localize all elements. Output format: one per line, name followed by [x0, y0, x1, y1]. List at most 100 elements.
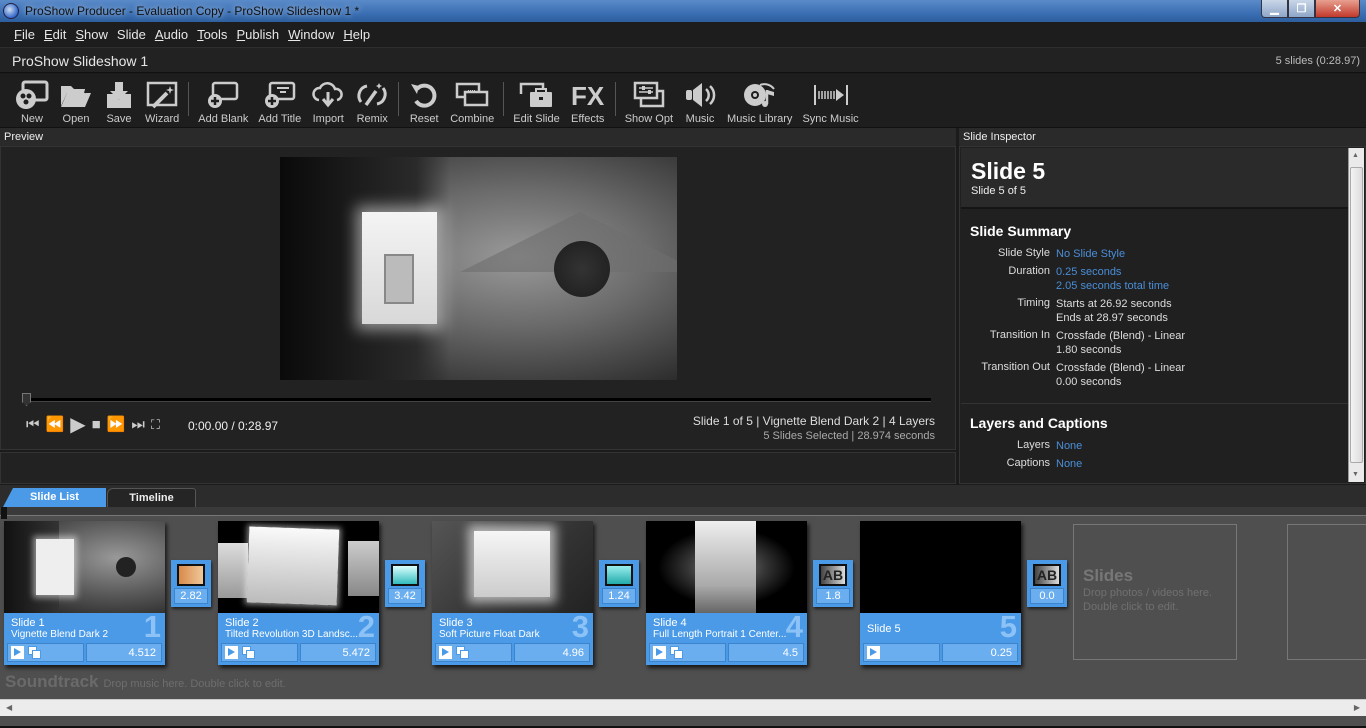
edit-slide-button[interactable]: Edit Slide	[508, 74, 564, 125]
thumb-photo	[474, 531, 550, 597]
tab-slide-list[interactable]: Slide List	[3, 488, 106, 507]
show-options-icon	[633, 81, 665, 108]
menu-label: ools	[203, 26, 228, 42]
slide-card[interactable]: Slide 4 Full Length Portrait 1 Center...…	[646, 521, 807, 665]
transition-block[interactable]: AB 0.0	[1027, 560, 1067, 607]
transition-duration[interactable]: 1.8	[816, 588, 850, 604]
new-button[interactable]: New	[10, 74, 54, 125]
transition-block[interactable]: 2.82	[171, 560, 211, 607]
play-slide-icon[interactable]	[11, 646, 24, 659]
slide-thumbnail	[432, 521, 593, 613]
layers-label: Layers	[1016, 439, 1050, 451]
slide-controls	[435, 643, 512, 662]
minimize-button[interactable]: ▁	[1261, 0, 1288, 18]
thumb-round-window	[116, 557, 136, 577]
slide-drop-zone[interactable]	[1287, 524, 1366, 660]
wizard-button[interactable]: Wizard	[140, 74, 184, 125]
menu-slide[interactable]: Slide	[117, 27, 146, 42]
sync-music-button[interactable]: Sync Music	[797, 74, 863, 125]
play-slide-icon[interactable]	[653, 646, 666, 659]
scroll-down-arrow-icon[interactable]: ▼	[1352, 471, 1359, 478]
soundtrack-lane[interactable]: Soundtrack Drop music here. Double click…	[5, 672, 286, 692]
play-slide-icon[interactable]	[867, 646, 880, 659]
playhead-marker[interactable]	[1, 507, 7, 519]
duration-total[interactable]: 2.05 seconds total time	[1056, 280, 1169, 292]
slide-style-link[interactable]: No Slide Style	[1056, 247, 1125, 261]
save-button[interactable]: Save	[98, 74, 140, 125]
transition-duration[interactable]: 0.0	[1030, 588, 1064, 604]
play-slide-icon[interactable]	[225, 646, 238, 659]
transition-duration[interactable]: 2.82	[174, 588, 208, 604]
toolbar: New Open Save Wizard Add Blank Add Title…	[0, 74, 1366, 128]
show-options-button[interactable]: Show Opt	[620, 74, 678, 125]
sync-music-icon	[813, 85, 848, 105]
transition-duration[interactable]: 1.24	[602, 588, 636, 604]
add-title-button[interactable]: Add Title	[253, 74, 306, 125]
add-blank-button[interactable]: Add Blank	[193, 74, 253, 125]
new-show-icon	[16, 80, 49, 109]
scrollbar-thumb[interactable]	[1350, 167, 1363, 463]
duration-value[interactable]: 0.25 seconds	[1056, 266, 1121, 278]
skip-to-end-icon[interactable]: ⏭	[131, 417, 145, 433]
slide-card[interactable]: Slide 3 Soft Picture Float Dark 3 4.96	[432, 521, 593, 665]
slide-info: Slide 5 5 0.25	[860, 609, 1021, 665]
fullscreen-icon[interactable]: ⛶	[151, 417, 160, 433]
menu-show[interactable]: Show	[75, 27, 108, 42]
open-button[interactable]: Open	[54, 74, 98, 125]
music-button[interactable]: Music	[678, 74, 722, 125]
effects-button[interactable]: FX Effects	[565, 74, 611, 125]
stop-icon[interactable]: ■	[92, 417, 101, 433]
slide-name: Slide 4	[653, 617, 687, 629]
slide-card[interactable]: Slide 5 5 0.25	[860, 521, 1021, 665]
menu-window[interactable]: Window	[288, 27, 334, 42]
slide-list-scrollbar[interactable]: ◀ ▶	[0, 699, 1366, 716]
menu-label: elp	[352, 26, 371, 42]
slide-duration[interactable]: 4.96	[514, 643, 590, 662]
captions-link[interactable]: None	[1056, 457, 1082, 471]
maximize-button[interactable]: ❐	[1288, 0, 1315, 18]
menu-audio[interactable]: Audio	[155, 27, 188, 42]
transition-duration[interactable]: 3.42	[388, 588, 422, 604]
menu-edit[interactable]: Edit	[44, 27, 66, 42]
slide-duration[interactable]: 4.5	[728, 643, 804, 662]
menu-help[interactable]: Help	[343, 27, 370, 42]
inspector-scrollbar[interactable]: ▲ ▼	[1348, 148, 1364, 482]
import-button[interactable]: Import	[306, 74, 350, 125]
rewind-icon[interactable]: ⏪	[46, 417, 65, 433]
transition-block[interactable]: 3.42	[385, 560, 425, 607]
slide-style: Full Length Portrait 1 Center...	[653, 629, 787, 640]
slide-card[interactable]: Slide 1 Vignette Blend Dark 2 1 4.512	[4, 521, 165, 665]
layers-link[interactable]: None	[1056, 439, 1082, 453]
play-icon[interactable]: ▶	[70, 415, 85, 435]
reset-button[interactable]: Reset	[403, 74, 445, 125]
slide-duration[interactable]: 4.512	[86, 643, 162, 662]
close-button[interactable]: ✕	[1315, 0, 1360, 18]
menu-publish[interactable]: Publish	[236, 27, 279, 42]
menu-file[interactable]: File	[14, 27, 35, 42]
remix-button[interactable]: Remix	[350, 74, 394, 125]
transition-block[interactable]: AB 1.8	[813, 560, 853, 607]
mnemonic: W	[288, 26, 301, 42]
scroll-up-arrow-icon[interactable]: ▲	[1352, 152, 1359, 159]
preview-image[interactable]	[280, 157, 677, 380]
preview-panel: ⏮ ⏪ ▶ ■ ⏩ ⏭ ⛶ 0:00.00 / 0:28.97 Slide 1 …	[0, 146, 956, 450]
preview-scrubber[interactable]	[22, 393, 931, 406]
skip-to-start-icon[interactable]: ⏮	[26, 417, 40, 433]
menu-tools[interactable]: Tools	[197, 27, 227, 42]
music-library-button[interactable]: Music Library	[722, 74, 797, 125]
tab-timeline[interactable]: Timeline	[107, 488, 196, 507]
slide-duration[interactable]: 5.472	[300, 643, 376, 662]
transition-block[interactable]: 1.24	[599, 560, 639, 607]
slide-card[interactable]: Slide 2 Tilted Revolution 3D Landsc... 2…	[218, 521, 379, 665]
add-blank-label: Add Blank	[198, 113, 249, 125]
fast-forward-icon[interactable]: ⏩	[107, 417, 126, 433]
scrubber-handle[interactable]	[22, 393, 31, 406]
play-slide-icon[interactable]	[439, 646, 452, 659]
slide-drop-zone[interactable]: Slides Drop photos / videos here. Double …	[1073, 524, 1237, 660]
combine-button[interactable]: Combine	[445, 74, 499, 125]
scroll-left-arrow-icon[interactable]: ◀	[6, 703, 12, 712]
slide-duration[interactable]: 0.25	[942, 643, 1018, 662]
transition-in-time: 1.80 seconds	[1056, 344, 1122, 356]
scroll-right-arrow-icon[interactable]: ▶	[1354, 703, 1360, 712]
duration-values[interactable]: 0.25 seconds 2.05 seconds total time	[1056, 265, 1169, 293]
